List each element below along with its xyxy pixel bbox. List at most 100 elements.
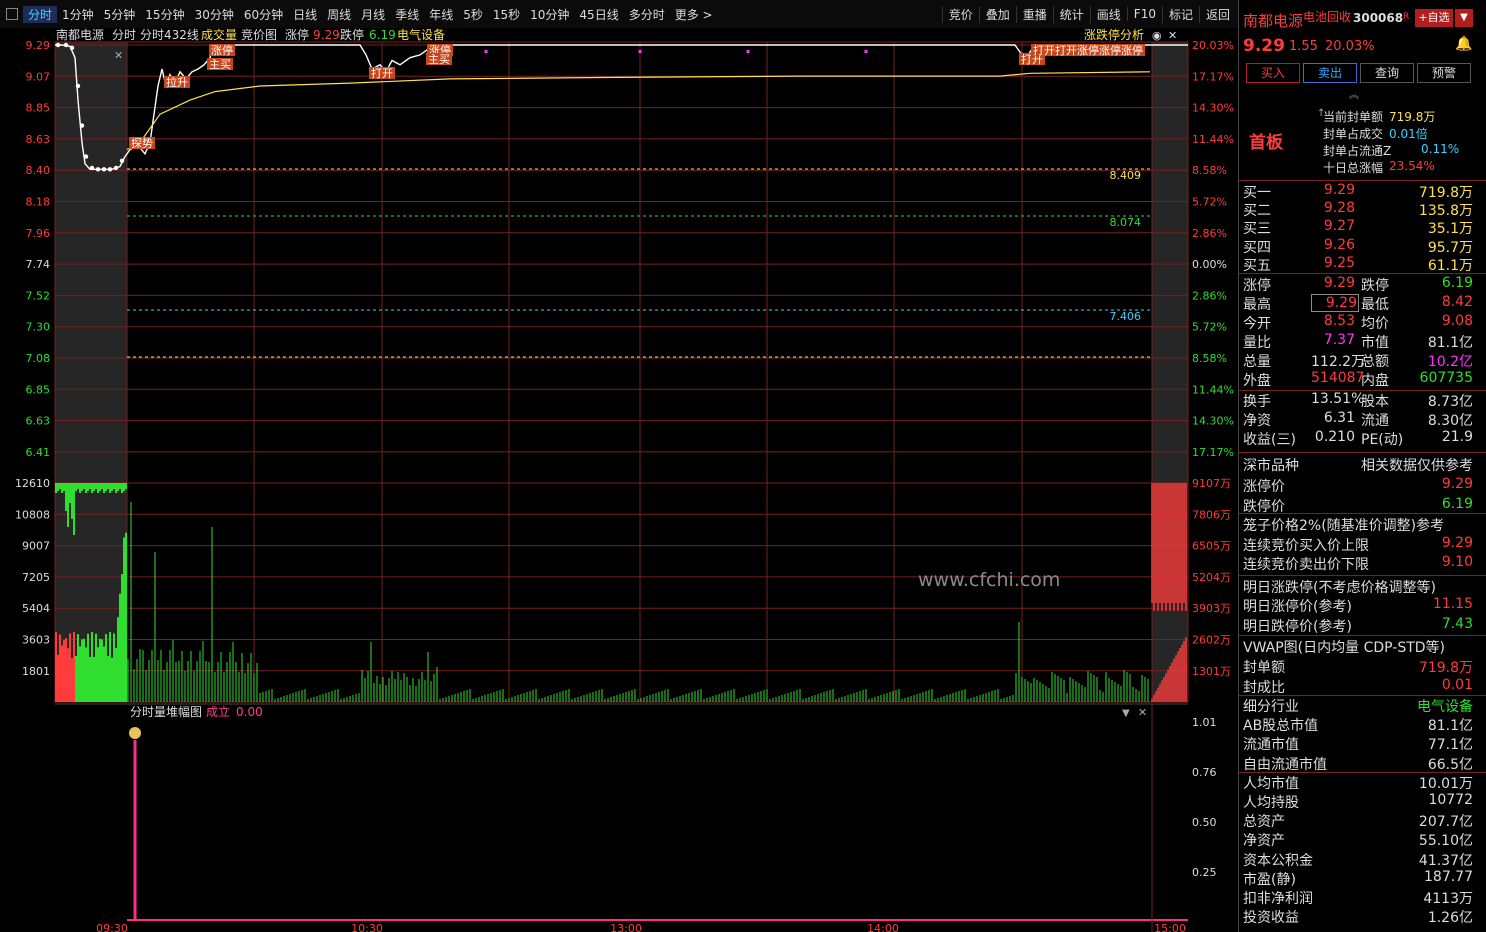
r-badge: R	[1403, 12, 1410, 22]
book-price[interactable]: 9.27	[1311, 218, 1355, 234]
panel-row: 买五 9.25 61.1万	[1243, 255, 1473, 274]
watchlist-dropdown-icon[interactable]: ▼	[1455, 9, 1473, 27]
watermark: www.cfchi.com	[918, 569, 1060, 591]
panel-row: 涨停价 9.29	[1243, 476, 1473, 495]
bid-chart-label[interactable]: 竞价图	[241, 28, 277, 42]
tool-button[interactable]: 统计	[1052, 5, 1090, 23]
seal-label: 十日总涨幅	[1323, 161, 1384, 175]
period-tab[interactable]: 分时	[23, 5, 58, 23]
stat-label: 总量	[1243, 354, 1271, 370]
period-tab[interactable]: 45日线	[574, 6, 623, 23]
info-label: AB股总市值	[1243, 718, 1319, 735]
panel-row: 扣非净利润 4113万	[1243, 888, 1473, 907]
add-watchlist-button[interactable]: +自选	[1415, 9, 1453, 27]
period-tab[interactable]: 1分钟	[57, 6, 99, 23]
limit-analysis-label[interactable]: 涨跌停分析	[1084, 28, 1144, 42]
cage-label: 连续竞价卖出价下限	[1243, 557, 1369, 573]
period-tab[interactable]: 10分钟	[525, 6, 574, 23]
panel-row: 笼子价格2%(随基准价调整)参考	[1243, 515, 1473, 534]
menu-square-icon[interactable]	[6, 8, 18, 20]
price-tick: 7.74	[26, 258, 51, 271]
info-value: 10772	[1428, 792, 1473, 808]
price-dot	[75, 83, 81, 89]
record-icon[interactable]: ◉	[1152, 29, 1162, 42]
stat-label: 最高	[1243, 297, 1271, 313]
info-value: 66.5亿	[1427, 756, 1473, 773]
buy-button[interactable]: 买入	[1246, 63, 1300, 83]
query-button[interactable]: 查询	[1360, 63, 1414, 83]
period-tab[interactable]: 日线	[288, 6, 322, 23]
book-volume: 95.7万	[1427, 239, 1473, 256]
intraday-chart[interactable]: 9.29 20.03% 9.07 17.17% 8.85 14.30% 8.63 11.44%…	[0, 28, 1238, 932]
book-price[interactable]: 9.25	[1311, 255, 1355, 271]
sub-tick: 0.50	[1192, 816, 1217, 829]
tool-button[interactable]: 重播	[1015, 5, 1053, 23]
sub-close-icon[interactable]: ✕	[1138, 706, 1147, 719]
stat-value: 9.29	[1311, 294, 1359, 312]
signal-tag: 打开	[371, 66, 393, 80]
tool-button[interactable]: 标记	[1161, 5, 1199, 23]
volume-tick: 10808	[15, 508, 50, 521]
period-tab[interactable]: 15分钟	[140, 6, 189, 23]
period-tab[interactable]: 5秒	[458, 6, 488, 23]
info-label: 细分行业	[1243, 699, 1299, 715]
price-tick: 9.29	[26, 39, 51, 52]
vwap-title[interactable]: VWAP图(日内均量 CDP-STD等)	[1243, 637, 1445, 657]
period-tab[interactable]: 15秒	[488, 6, 525, 23]
panel-row: 连续竞价买入价上限 9.29	[1243, 535, 1473, 554]
tomorrow-value: 7.43	[1441, 615, 1473, 632]
info-label: 人均持股	[1243, 795, 1299, 811]
period-tab[interactable]: 多分时	[624, 6, 670, 23]
close-icon[interactable]: ✕	[1168, 29, 1177, 42]
period-tab[interactable]: 月线	[356, 6, 390, 23]
price-tick: 7.30	[26, 321, 51, 334]
info-value: 77.1亿	[1427, 737, 1473, 754]
tool-button[interactable]: 返回	[1198, 5, 1236, 23]
period-tab[interactable]: 60分钟	[239, 6, 288, 23]
close-small-icon[interactable]: ✕	[114, 49, 123, 62]
period-tab[interactable]: 季线	[390, 6, 424, 23]
tool-button[interactable]: 竞价	[941, 5, 979, 23]
alert-button[interactable]: 预警	[1417, 63, 1471, 83]
concept-tag[interactable]: 电池回收	[1303, 8, 1351, 25]
info-label: 人均市值	[1243, 775, 1299, 792]
sub-chart-value: 0.00	[236, 705, 263, 719]
pct-tick: 20.03%	[1192, 39, 1234, 52]
sub-tick: 0.76	[1192, 766, 1217, 779]
period-tab[interactable]: 5分钟	[99, 6, 141, 23]
dropdown-icon[interactable]: ▼	[1122, 708, 1130, 719]
period-tab[interactable]: 更多 >	[670, 6, 718, 23]
volume-tick: 12610	[15, 477, 50, 490]
tool-button[interactable]: F10	[1126, 7, 1162, 21]
info-label: 流通市值	[1243, 737, 1299, 754]
volume-label[interactable]: 成交量	[201, 28, 237, 42]
volume-tick: 9007	[22, 540, 50, 553]
bell-icon[interactable]: 🔔	[1455, 36, 1472, 52]
period-tab[interactable]: 30分钟	[190, 6, 239, 23]
collapse-icon[interactable]: ︽	[1349, 86, 1359, 101]
sell-button[interactable]: 卖出	[1303, 63, 1357, 83]
book-volume: 719.8万	[1418, 185, 1473, 201]
stat-value: 8.42	[1441, 294, 1473, 310]
book-price[interactable]: 9.28	[1311, 200, 1355, 216]
pct-tick: 8.58%	[1192, 164, 1227, 177]
pct-tick: 2.86%	[1192, 227, 1227, 240]
book-price[interactable]: 9.29	[1311, 182, 1355, 198]
tomorrow-label: 明日涨停价(参考)	[1243, 599, 1352, 615]
tool-button[interactable]: 画线	[1089, 5, 1127, 23]
chart-mode: 分时	[112, 28, 136, 42]
stat-value: 8.30亿	[1427, 413, 1473, 429]
period-tab[interactable]: 周线	[322, 6, 356, 23]
chart-line-label[interactable]: 分时432线	[140, 28, 199, 42]
price-tick: 7.96	[26, 227, 51, 240]
pct-tick: 5.72%	[1192, 321, 1227, 334]
price-tick: 8.63	[26, 133, 51, 146]
stat-value: 9.29	[1323, 275, 1355, 291]
panel-row: 明日跌停价(参考) 7.43	[1243, 616, 1473, 635]
panel-row: 人均市值 10.01万	[1243, 773, 1473, 792]
tool-button[interactable]: 叠加	[978, 5, 1016, 23]
info-label: 资本公积金	[1243, 852, 1313, 869]
book-price[interactable]: 9.26	[1311, 237, 1355, 253]
limit-down-label: 跌停	[340, 28, 364, 42]
period-tab[interactable]: 年线	[424, 6, 458, 23]
